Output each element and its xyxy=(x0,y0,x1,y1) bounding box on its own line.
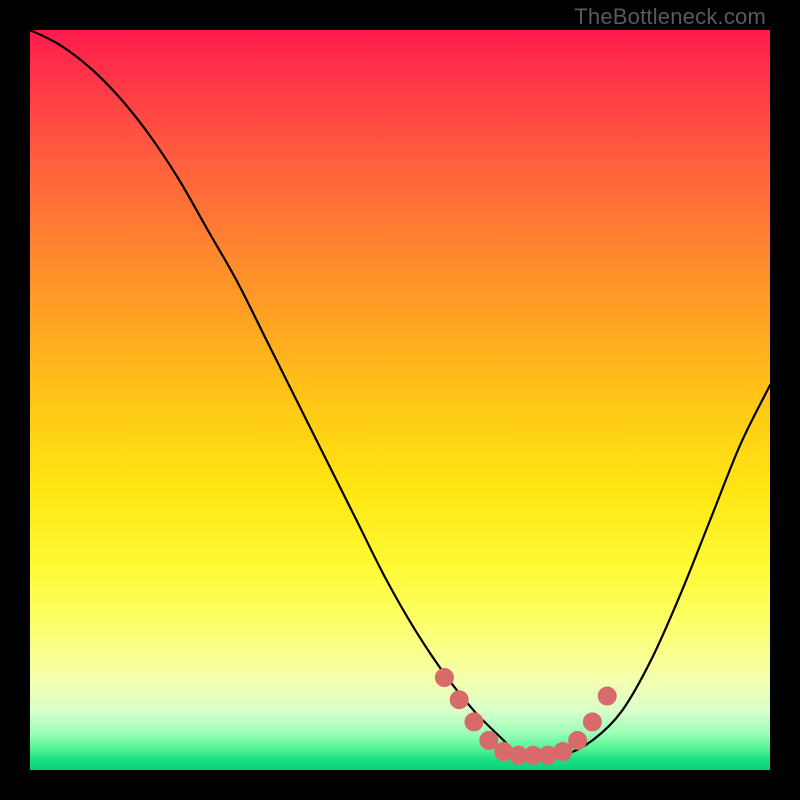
curve-marker xyxy=(569,731,587,749)
curve-marker xyxy=(435,669,453,687)
curve-marker xyxy=(480,731,498,749)
plot-area xyxy=(30,30,770,770)
chart-frame: TheBottleneck.com xyxy=(0,0,800,800)
curve-markers xyxy=(435,669,616,765)
curve-marker xyxy=(583,713,601,731)
watermark-text: TheBottleneck.com xyxy=(574,4,766,30)
curve-marker xyxy=(598,687,616,705)
curve-marker xyxy=(465,713,483,731)
curve-marker xyxy=(450,691,468,709)
curve-layer xyxy=(30,30,770,770)
bottleneck-curve xyxy=(30,30,770,756)
curve-marker xyxy=(554,743,572,761)
